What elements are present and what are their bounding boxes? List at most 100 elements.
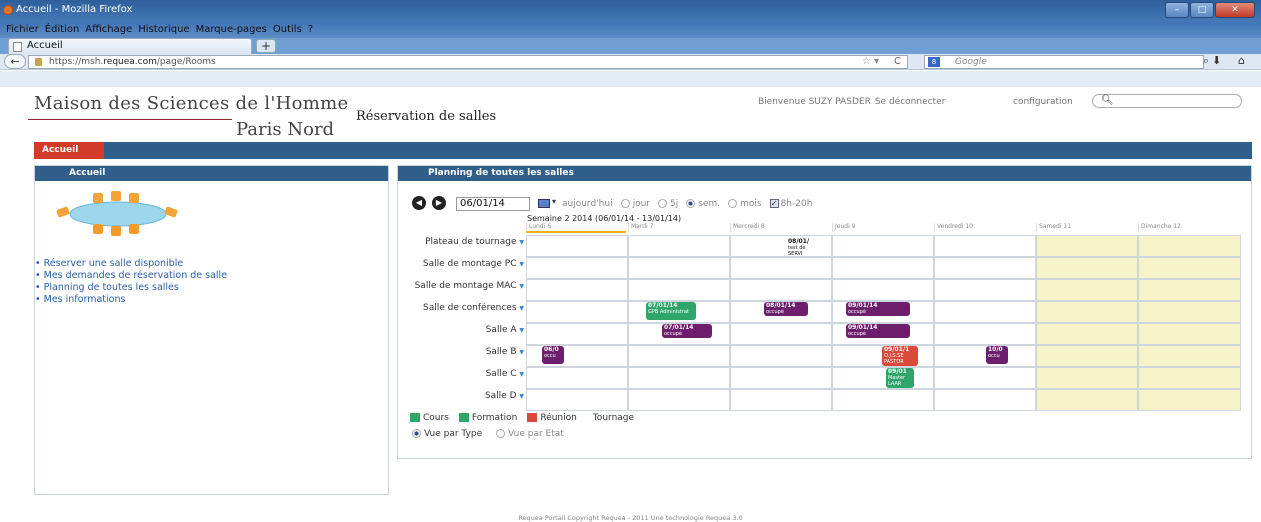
search-icon[interactable]: ⌕ [1203,55,1209,67]
chevron-down-icon[interactable]: ▾ [552,197,556,206]
date-input[interactable]: 06/01/14 [456,197,530,211]
hours-checkbox[interactable]: ✓ [769,199,779,208]
planning-cell[interactable] [526,367,628,389]
reservation-event[interactable]: 07/01/14 GPB Administrat [646,302,696,320]
menu-fichier[interactable]: Fichier [6,22,39,38]
room-menu-icon[interactable]: ▼ [519,283,524,290]
planning-cell[interactable] [730,257,832,279]
room-label[interactable]: Salle de conférences ▼ [398,303,524,314]
planning-cell[interactable] [832,279,934,301]
menu-affichage[interactable]: Affichage [85,22,132,38]
planning-cell[interactable] [1036,367,1138,389]
planning-cell[interactable] [526,279,628,301]
planning-cell[interactable] [1138,257,1241,279]
reservation-event[interactable]: 08/01/14 occupé [764,302,808,316]
radio-mois[interactable] [728,199,738,208]
planning-cell[interactable] [628,389,730,411]
room-label[interactable]: Salle de montage MAC ▼ [398,281,524,292]
reservation-event[interactable]: 09/01/14 occupé [846,324,910,338]
maximize-button[interactable]: □ [1190,2,1214,18]
planning-cell[interactable] [730,279,832,301]
reservation-event[interactable]: 09/01/14 occupé [846,302,910,316]
planning-cell[interactable] [1036,323,1138,345]
planning-cell[interactable] [526,235,628,257]
link-planning-salles[interactable]: Planning de toutes les salles [35,282,227,294]
room-menu-icon[interactable]: ▼ [519,349,524,356]
url-bar[interactable]: https://msh.requea.com/page/Rooms ☆ ▾ C [28,55,908,69]
planning-cell[interactable] [730,323,832,345]
planning-cell[interactable] [526,301,628,323]
planning-cell[interactable] [1036,257,1138,279]
planning-cell[interactable] [628,345,730,367]
hours-toggle[interactable]: ✓ 8h-20h [769,199,812,209]
planning-cell[interactable] [1036,345,1138,367]
previous-week-icon[interactable]: ◀ [412,196,426,210]
search-engine-box[interactable]: 8 Google ⌕ [924,55,1209,69]
planning-cell[interactable] [628,257,730,279]
planning-cell[interactable] [628,279,730,301]
room-label[interactable]: Salle D ▼ [398,391,524,402]
room-label[interactable]: Salle de montage PC ▼ [398,259,524,270]
view-by-state[interactable]: Vue par Etat [496,429,564,439]
planning-cell[interactable] [1138,389,1241,411]
radio-view-type[interactable] [412,429,421,438]
room-menu-icon[interactable]: ▼ [519,305,524,312]
planning-cell[interactable] [526,389,628,411]
view-option-jour[interactable]: jour [620,199,650,209]
room-label[interactable]: Salle A ▼ [398,325,524,336]
new-tab-button[interactable]: + [256,39,276,53]
room-label[interactable]: Plateau de tournage ▼ [398,237,524,248]
planning-cell[interactable] [628,235,730,257]
tab-accueil[interactable]: Accueil [34,142,104,159]
reload-icon[interactable]: C [894,56,901,68]
view-option-sem[interactable]: sem. [686,199,720,209]
planning-cell[interactable] [1036,279,1138,301]
planning-cell[interactable] [1138,235,1241,257]
planning-cell[interactable] [628,367,730,389]
planning-cell[interactable] [934,367,1036,389]
planning-cell[interactable] [832,389,934,411]
menu-outils[interactable]: Outils [273,22,302,38]
planning-cell[interactable] [526,257,628,279]
menu-historique[interactable]: Historique [138,22,189,38]
planning-cell[interactable] [1036,301,1138,323]
planning-cell[interactable] [934,279,1036,301]
planning-cell[interactable] [934,257,1036,279]
browser-tab[interactable]: Accueil [8,38,252,54]
view-option-mois[interactable]: mois [728,199,762,209]
planning-cell[interactable] [1138,279,1241,301]
reservation-event[interactable]: 06/0 occu [542,346,564,364]
planning-cell[interactable] [934,389,1036,411]
back-arrow-icon[interactable]: ← [4,54,26,69]
minimize-button[interactable]: – [1165,2,1189,18]
download-icon[interactable]: ⬇ [1212,54,1221,67]
planning-cell[interactable] [1036,235,1138,257]
reservation-event[interactable]: 10/0 occu [986,346,1008,364]
link-mes-demandes[interactable]: Mes demandes de réservation de salle [35,270,227,282]
planning-cell[interactable] [526,323,628,345]
room-label[interactable]: Salle C ▼ [398,369,524,380]
radio-sem[interactable] [686,199,696,208]
view-option-5j[interactable]: 5j [658,199,678,209]
planning-cell[interactable] [1036,389,1138,411]
planning-cell[interactable] [1138,345,1241,367]
reservation-event[interactable]: 08/01/test de SERVI [786,238,816,255]
room-menu-icon[interactable]: ▼ [519,371,524,378]
room-menu-icon[interactable]: ▼ [519,327,524,334]
radio-view-state[interactable] [496,429,506,438]
today-link[interactable]: aujourd'hui [562,199,613,209]
calendar-icon[interactable] [538,199,550,208]
planning-cell[interactable] [730,345,832,367]
planning-cell[interactable] [934,345,1036,367]
planning-cell[interactable] [832,235,934,257]
home-icon[interactable]: ⌂ [1238,54,1245,67]
room-menu-icon[interactable]: ▼ [519,239,524,246]
planning-cell[interactable] [832,367,934,389]
radio-5j[interactable] [658,199,667,208]
planning-cell[interactable] [1138,323,1241,345]
planning-cell[interactable] [934,301,1036,323]
room-label[interactable]: Salle B ▼ [398,347,524,358]
planning-cell[interactable] [832,257,934,279]
menu-aide[interactable]: ? [308,22,313,38]
planning-cell[interactable] [1138,301,1241,323]
